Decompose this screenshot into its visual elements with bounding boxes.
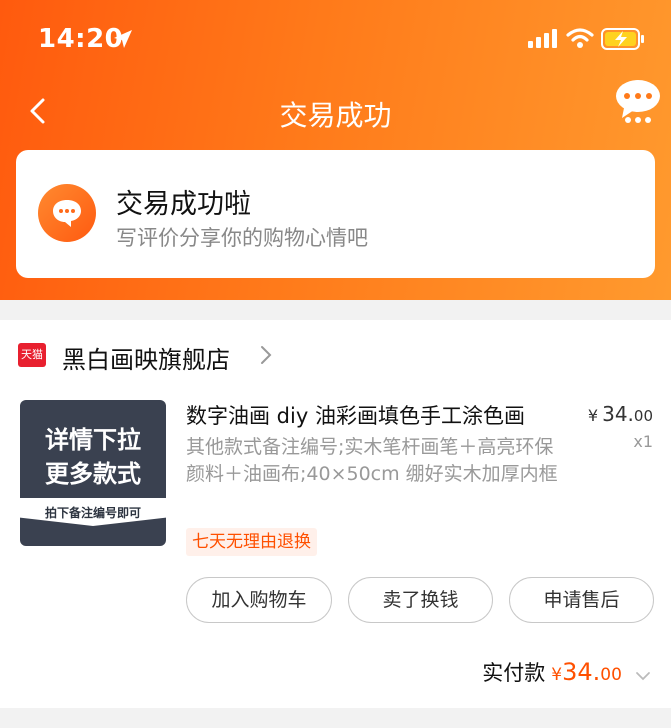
return-policy-tag: 七天无理由退换 <box>186 528 317 556</box>
product-price: ¥34.00 <box>588 402 653 426</box>
status-time: 14:20 <box>38 24 124 54</box>
review-prompt: 写评价分享你的购物心情吧 <box>116 226 368 250</box>
total-paid[interactable]: 实付款 ¥34.00 <box>482 657 651 687</box>
total-currency: ¥ <box>551 665 563 685</box>
battery-charging-icon <box>601 28 644 50</box>
resell-button[interactable]: 卖了换钱 <box>348 577 493 623</box>
price-integer: 34. <box>602 402 634 426</box>
product-thumbnail[interactable]: 详情下拉 更多款式 拍下备注编号即可 <box>20 400 166 546</box>
total-label: 实付款 <box>482 661 546 685</box>
page-title: 交易成功 <box>279 99 392 132</box>
navigation-bar: 交易成功 <box>0 80 671 134</box>
signal-icon <box>528 29 557 48</box>
thumbnail-band-text: 拍下备注编号即可 <box>44 506 141 520</box>
price-decimal: 00 <box>633 407 653 425</box>
product-spec: 其他款式备注编号;实木笔杆画笔＋高亮环保颜料＋油画布;40×50cm 绷好实木加… <box>186 436 558 485</box>
success-card[interactable]: 交易成功啦 写评价分享你的购物心情吧 <box>16 150 655 278</box>
tmall-badge: 天猫 <box>18 343 46 367</box>
product-name[interactable]: 数字油画 diy 油彩画填色手工涂色画 <box>186 400 566 430</box>
success-heading: 交易成功啦 <box>116 189 251 220</box>
wifi-icon <box>566 28 594 48</box>
chat-bubble-icon <box>38 184 96 242</box>
thumbnail-line2: 更多款式 <box>45 460 141 488</box>
more-chat-icon[interactable] <box>614 78 662 126</box>
add-to-cart-button[interactable]: 加入购物车 <box>186 577 332 623</box>
order-card: 天猫 黑白画映旗舰店 详情下拉 更多款式 拍下备注编号即可 数字油画 diy 油… <box>0 320 671 708</box>
product-quantity: x1 <box>633 432 653 451</box>
price-currency: ¥ <box>587 406 599 425</box>
chevron-down-icon <box>636 671 650 680</box>
status-bar: 14:20 <box>0 24 671 58</box>
after-sale-button[interactable]: 申请售后 <box>509 577 654 623</box>
total-decimal: 00 <box>600 665 622 685</box>
total-integer: 34. <box>562 658 601 686</box>
thumbnail-line1: 详情下拉 <box>45 426 141 454</box>
chevron-right-icon <box>261 346 272 364</box>
location-arrow-icon <box>114 30 132 48</box>
shop-name: 黑白画映旗舰店 <box>62 346 230 374</box>
